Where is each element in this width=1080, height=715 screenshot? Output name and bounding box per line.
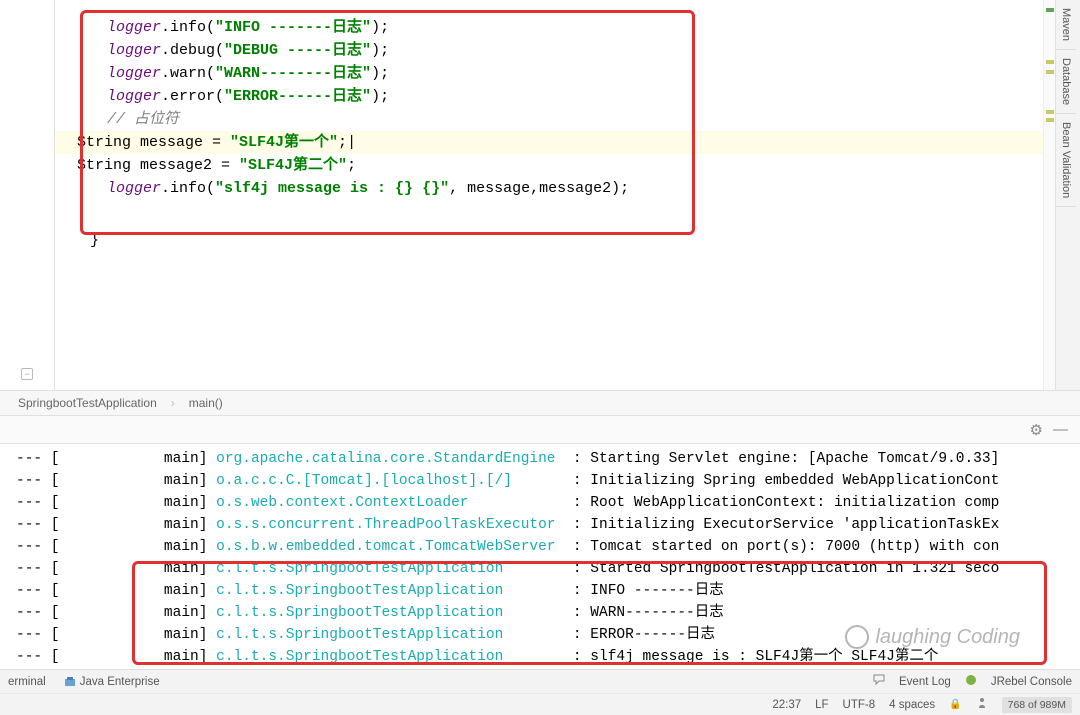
- status-bar: 22:37 LF UTF-8 4 spaces 🔒 768 of 989M: [0, 693, 1080, 715]
- console-toolbar: ⚙ —: [0, 416, 1080, 444]
- status-line-sep[interactable]: LF: [815, 699, 828, 711]
- right-tool-buttons: Maven Database Bean Validation: [1055, 0, 1080, 390]
- tab-java-enterprise[interactable]: Java Enterprise: [80, 676, 160, 688]
- console-row: --- [ main] o.a.c.c.C.[Tomcat].[localhos…: [16, 470, 1080, 492]
- code-content: logger.info("INFO -------日志"); logger.de…: [107, 16, 629, 200]
- tab-terminal[interactable]: erminal: [8, 676, 46, 688]
- console-row: --- [ main] org.apache.catalina.core.Sta…: [16, 448, 1080, 470]
- watermark-icon: [845, 625, 869, 649]
- console-row: --- [ main] o.s.web.context.ContextLoade…: [16, 492, 1080, 514]
- marker-warn: [1046, 110, 1054, 114]
- java-ee-icon: [64, 676, 76, 688]
- console-row: --- [ main] o.s.b.w.embedded.tomcat.Tomc…: [16, 536, 1080, 558]
- hector-icon[interactable]: [976, 697, 988, 712]
- fold-icon[interactable]: −: [21, 368, 33, 380]
- status-encoding[interactable]: UTF-8: [843, 699, 876, 711]
- code-editor[interactable]: logger.info("INFO -------日志"); logger.de…: [55, 0, 1043, 390]
- tool-bean-validation[interactable]: Bean Validation: [1056, 114, 1076, 207]
- gear-icon[interactable]: ⚙: [1030, 421, 1043, 439]
- breadcrumb-method[interactable]: main(): [189, 396, 223, 410]
- breadcrumb: SpringbootTestApplication › main(): [0, 390, 1080, 416]
- closing-brace: }: [90, 232, 99, 249]
- status-time: 22:37: [772, 699, 801, 711]
- error-stripe[interactable]: [1043, 0, 1055, 390]
- breadcrumb-class[interactable]: SpringbootTestApplication: [18, 396, 157, 410]
- tool-maven[interactable]: Maven: [1056, 0, 1076, 50]
- watermark: laughing Coding: [845, 625, 1020, 649]
- tab-event-log[interactable]: Event Log: [899, 676, 951, 688]
- breadcrumb-sep: ›: [171, 396, 175, 410]
- console-row: --- [ main] o.s.s.concurrent.ThreadPoolT…: [16, 514, 1080, 536]
- status-indent[interactable]: 4 spaces: [889, 699, 935, 711]
- editor-area: − logger.info("INFO -------日志"); logger.…: [0, 0, 1080, 390]
- tab-jrebel-console[interactable]: JRebel Console: [991, 676, 1072, 688]
- marker-ok: [1046, 8, 1054, 12]
- console-row: --- [ main] c.l.t.s.SpringbootTestApplic…: [16, 558, 1080, 580]
- hide-icon[interactable]: —: [1053, 421, 1068, 438]
- marker-warn: [1046, 60, 1054, 64]
- gutter: −: [0, 0, 55, 390]
- console-row: --- [ main] c.l.t.s.SpringbootTestApplic…: [16, 580, 1080, 602]
- jrebel-icon: [965, 674, 977, 689]
- balloon-icon: [873, 674, 885, 689]
- tool-database[interactable]: Database: [1056, 50, 1076, 114]
- console-row: --- [ main] c.l.t.s.SpringbootTestApplic…: [16, 646, 1080, 668]
- tool-window-bar: erminal Java Enterprise Event Log JRebel…: [0, 669, 1080, 693]
- watermark-text: laughing Coding: [875, 626, 1020, 649]
- marker-warn: [1046, 70, 1054, 74]
- console-row: --- [ main] c.l.t.s.SpringbootTestApplic…: [16, 602, 1080, 624]
- marker-warn: [1046, 118, 1054, 122]
- status-memory[interactable]: 768 of 989M: [1002, 697, 1072, 713]
- lock-icon[interactable]: 🔒: [949, 699, 961, 710]
